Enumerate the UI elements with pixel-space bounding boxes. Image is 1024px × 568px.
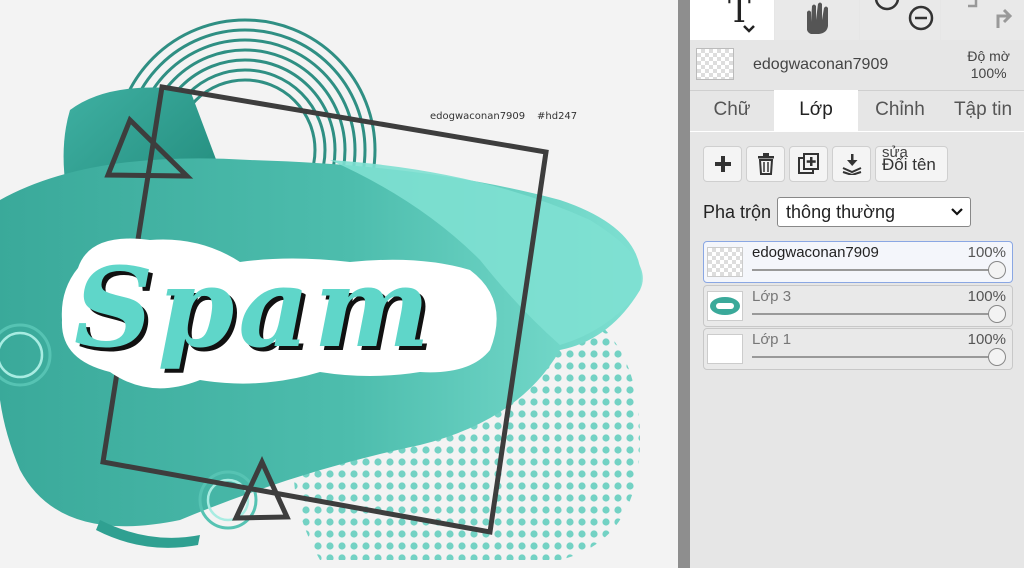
- tab-layers[interactable]: Lớp: [774, 90, 858, 132]
- artwork-text-group: Spam Spam: [74, 243, 434, 376]
- layer-opacity: 100%: [967, 244, 1006, 261]
- zoom-out-icon: [908, 5, 934, 31]
- layer-name: Lớp 3: [752, 288, 792, 305]
- tab-text[interactable]: Chữ: [690, 90, 774, 132]
- duplicate-icon: [797, 153, 819, 174]
- zoom-button[interactable]: [860, 0, 940, 40]
- layer-row[interactable]: edogwaconan7909 100%: [703, 241, 1013, 283]
- svg-text:T: T: [728, 0, 751, 31]
- opacity-info: Độ mờ 100%: [967, 48, 1010, 82]
- tabs-divider: [690, 131, 1024, 132]
- undo-icon: [967, 0, 977, 8]
- zoom-in-icon: [874, 0, 900, 11]
- layer-row[interactable]: Lớp 1 100%: [703, 328, 1013, 370]
- watermark-user: edogwaconan7909: [430, 111, 525, 122]
- opacity-slider-track[interactable]: [752, 313, 996, 315]
- merge-down-icon: [842, 154, 861, 175]
- merge-down-button[interactable]: [832, 146, 871, 182]
- blend-mode-select[interactable]: thông thường: [777, 197, 972, 227]
- opacity-slider-handle[interactable]: [988, 348, 1006, 366]
- hand-tool-button[interactable]: [775, 0, 859, 40]
- opacity-slider-track[interactable]: [752, 269, 996, 271]
- image-canvas[interactable]: Spam Spam edogwaconan7909 #hd247: [0, 0, 678, 568]
- duplicate-layer-button[interactable]: [789, 146, 828, 182]
- redo-icon: [996, 8, 1012, 28]
- layer-opacity: 100%: [967, 288, 1006, 305]
- blend-mode-row: Pha trộn thông thường: [703, 196, 972, 228]
- layer-thumbnail: [707, 291, 743, 321]
- opacity-slider-handle[interactable]: [988, 305, 1006, 323]
- opacity-label: Độ mờ: [967, 48, 1010, 64]
- layer-opacity: 100%: [967, 331, 1006, 348]
- selected-layer-thumbnail: [696, 48, 734, 80]
- blend-value: thông thường: [786, 201, 895, 222]
- tab-adjust[interactable]: Chỉnh: [858, 90, 942, 132]
- selected-layer-name: edogwaconan7909: [753, 56, 889, 73]
- add-layer-button[interactable]: [703, 146, 742, 182]
- trash-icon: [757, 153, 774, 175]
- panel-tabs: Chữ Lớp Chỉnh Tập tin: [690, 90, 1024, 132]
- layer-thumbnail: [707, 247, 743, 277]
- opacity-slider-track[interactable]: [752, 356, 996, 358]
- opacity-value: 100%: [970, 65, 1007, 81]
- layer-row[interactable]: Lớp 3 100%: [703, 285, 1013, 327]
- layer-name: Lớp 1: [752, 331, 792, 348]
- opacity-slider-handle[interactable]: [988, 261, 1006, 279]
- artwork: Spam Spam edogwaconan7909 #hd247: [0, 18, 643, 560]
- chevron-down-icon: [951, 208, 963, 216]
- hand-icon: [807, 2, 828, 34]
- panel-divider[interactable]: [678, 0, 690, 568]
- text-tool-icon: T: [728, 0, 755, 33]
- tool-panel: T edogwaconan7909 Độ mờ 100% Chữ Lớp Chỉ…: [690, 0, 1024, 568]
- blend-label: Pha trộn: [703, 201, 772, 222]
- selected-layer-summary: edogwaconan7909 Độ mờ 100%: [690, 42, 1024, 91]
- artwork-title: Spam: [74, 243, 434, 372]
- rename-layer-button[interactable]: sửa Đổi tên: [875, 144, 948, 182]
- tab-file[interactable]: Tập tin: [942, 90, 1024, 132]
- delete-layer-button[interactable]: [746, 146, 785, 182]
- watermark-tag: #hd247: [537, 111, 577, 122]
- undo-redo-button[interactable]: [941, 0, 1024, 40]
- text-tool-button[interactable]: T: [690, 0, 774, 40]
- add-layer-icon: [714, 156, 731, 172]
- rename-label: Đổi tên: [882, 155, 936, 174]
- layer-thumbnail: [707, 334, 743, 364]
- layer-name: edogwaconan7909: [752, 244, 879, 261]
